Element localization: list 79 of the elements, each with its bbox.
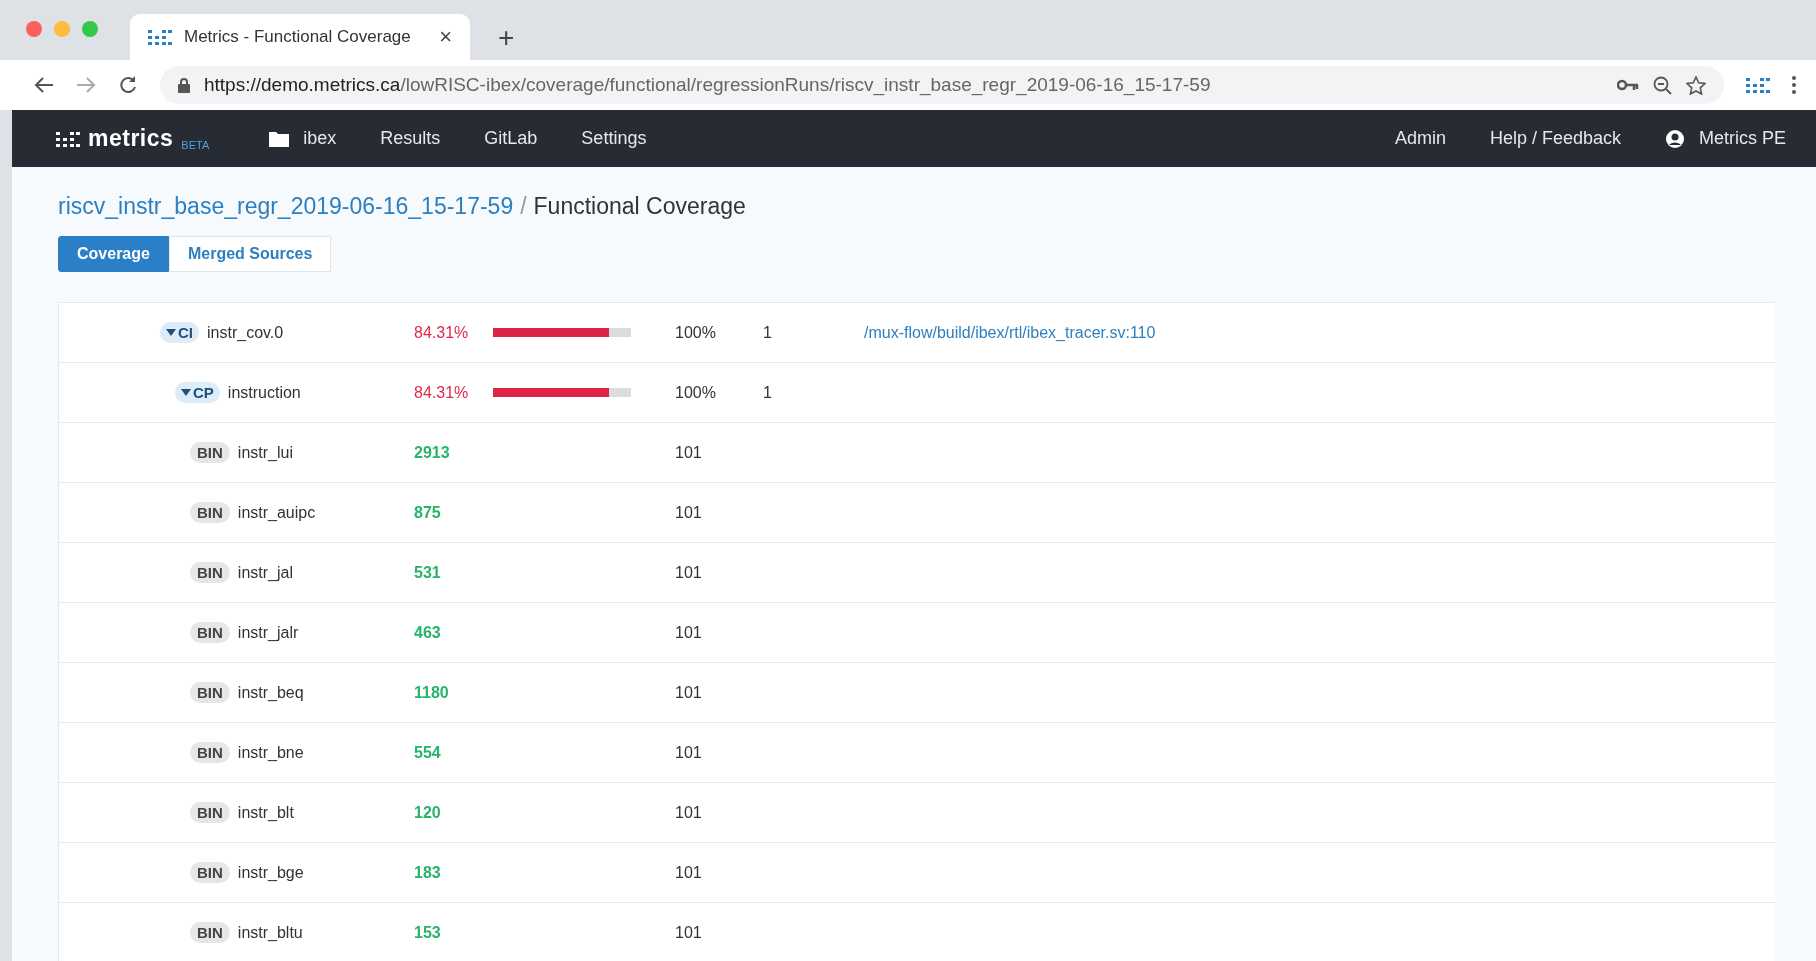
beta-label: BETA bbox=[181, 139, 210, 151]
page-title: Functional Coverage bbox=[533, 193, 746, 220]
source-link[interactable]: /mux-flow/build/ibex/rtl/ibex_tracer.sv:110 bbox=[864, 323, 1156, 341]
new-tab-button[interactable]: + bbox=[492, 22, 521, 54]
type-tag: BIN bbox=[190, 562, 230, 583]
weight-value: 1 bbox=[763, 323, 773, 342]
address-field[interactable]: https://demo.metrics.ca/lowRISC-ibex/coverage/functional/regressionRuns/riscv_instr_base_regr_2019-06-16_15-17-59 bbox=[160, 66, 1724, 104]
hit-count: 120 bbox=[414, 803, 442, 822]
goal-value: 101 bbox=[675, 743, 703, 762]
reload-icon[interactable] bbox=[118, 75, 138, 95]
breadcrumb-link[interactable]: riscv_instr_base_regr_2019-06-16_15-17-59 bbox=[58, 193, 514, 220]
user-menu[interactable]: Metrics PE bbox=[1665, 128, 1786, 149]
item-name: instr_jal bbox=[237, 563, 293, 582]
goal-value: 101 bbox=[675, 623, 703, 642]
folder-icon bbox=[269, 130, 290, 147]
expand-toggle[interactable]: CP bbox=[175, 382, 220, 403]
project-link[interactable]: ibex bbox=[269, 128, 337, 149]
type-tag: BIN bbox=[190, 802, 230, 823]
goal-value: 101 bbox=[675, 923, 703, 942]
type-tag: BIN bbox=[190, 622, 230, 643]
coverage-percent: 84.31% bbox=[414, 383, 470, 402]
type-tag: BIN bbox=[190, 922, 230, 943]
hit-count: 463 bbox=[414, 623, 442, 642]
goal-value: 101 bbox=[675, 803, 703, 822]
type-tag: BIN bbox=[190, 742, 230, 763]
back-icon[interactable] bbox=[34, 76, 54, 94]
item-name: instr_bltu bbox=[237, 923, 303, 942]
goal-value: 101 bbox=[675, 563, 703, 582]
star-icon[interactable] bbox=[1686, 75, 1706, 95]
tab-close-button[interactable]: × bbox=[439, 24, 452, 50]
hit-count: 554 bbox=[414, 743, 442, 762]
nav-link[interactable]: Admin bbox=[1394, 128, 1446, 149]
nav-link[interactable]: Results bbox=[380, 128, 441, 149]
browser-tab[interactable]: Metrics - Functional Coverage × bbox=[130, 14, 470, 60]
logo-icon bbox=[56, 129, 80, 148]
breadcrumb-separator: / bbox=[520, 193, 527, 220]
hit-count: 153 bbox=[414, 923, 442, 942]
type-tag: BIN bbox=[190, 682, 230, 703]
goal-value: 101 bbox=[675, 683, 703, 702]
goal-value: 101 bbox=[675, 503, 703, 522]
coverage-percent: 84.31% bbox=[414, 323, 470, 342]
goal-value: 100% bbox=[675, 323, 717, 342]
caret-icon bbox=[166, 329, 176, 336]
type-tag: BIN bbox=[190, 862, 230, 883]
item-name: instr_jalr bbox=[237, 623, 299, 642]
weight-value: 1 bbox=[763, 383, 773, 402]
item-name: instr_auipc bbox=[237, 503, 316, 522]
item-name: instr_bne bbox=[237, 743, 304, 762]
item-name: instr_lui bbox=[237, 443, 293, 462]
view-tab[interactable]: Coverage bbox=[58, 236, 169, 272]
item-name: instr_blt bbox=[237, 803, 294, 822]
hit-count: 2913 bbox=[414, 443, 451, 462]
item-name: instr_cov.0 bbox=[207, 323, 284, 342]
type-tag: BIN bbox=[190, 442, 230, 463]
hit-count: 531 bbox=[414, 563, 442, 582]
user-icon bbox=[1665, 128, 1685, 149]
item-name: instruction bbox=[227, 383, 301, 402]
view-tab[interactable]: Merged Sources bbox=[168, 236, 332, 272]
hit-count: 1180 bbox=[414, 683, 450, 702]
goal-value: 101 bbox=[675, 443, 703, 462]
item-name: instr_bge bbox=[237, 863, 304, 882]
item-name: instr_beq bbox=[237, 683, 304, 702]
type-tag: BIN bbox=[190, 502, 230, 523]
tab-favicon-icon bbox=[148, 28, 172, 46]
nav-link[interactable]: Settings bbox=[581, 128, 647, 149]
nav-link[interactable]: GitLab bbox=[484, 128, 538, 149]
key-icon[interactable] bbox=[1617, 79, 1639, 91]
goal-value: 100% bbox=[675, 383, 717, 402]
hit-count: 875 bbox=[414, 503, 442, 522]
menu-icon[interactable] bbox=[1792, 76, 1796, 94]
brand-name[interactable]: metrics bbox=[88, 125, 174, 152]
extension-icon bbox=[1746, 76, 1770, 94]
lock-icon bbox=[178, 77, 190, 93]
goal-value: 101 bbox=[675, 863, 703, 882]
expand-toggle[interactable]: CI bbox=[160, 322, 199, 343]
nav-link[interactable]: Help / Feedback bbox=[1489, 128, 1621, 149]
hit-count: 183 bbox=[414, 863, 442, 882]
zoom-icon[interactable] bbox=[1653, 75, 1672, 95]
caret-icon bbox=[181, 389, 191, 396]
